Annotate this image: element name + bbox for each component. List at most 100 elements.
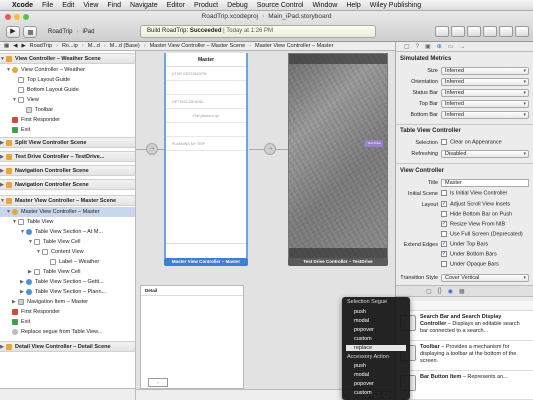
assistant-editor-button[interactable] — [451, 26, 465, 37]
outline-row[interactable]: ▼ View — [0, 95, 135, 105]
grid-icon[interactable]: ▦ — [4, 43, 9, 49]
menu-wiley-publishing[interactable]: Wiley Publishing — [370, 2, 421, 9]
breadcrumb-base[interactable]: M...d (Base) — [110, 43, 140, 49]
menu-edit[interactable]: Edit — [62, 2, 74, 9]
forward-arrow-icon[interactable]: ▶ — [21, 43, 25, 49]
identity-inspector-icon[interactable]: ▣ — [425, 43, 431, 50]
library-item[interactable]: Search Bar and Search Display Controller… — [396, 311, 533, 341]
test-drive-scene-frame[interactable]: Test Drive — [288, 53, 388, 263]
library-item[interactable]: Toolbar – Provides a mechanism for displ… — [396, 341, 533, 371]
test-drive-scene-label[interactable]: Test Drive Controller – TestDrive — [288, 258, 388, 266]
outline-row[interactable]: ▶ Table View Section – Plann... — [0, 287, 135, 297]
breadcrumb-project[interactable]: RoadTrip — [30, 43, 52, 49]
outline-row[interactable]: ▶ Split View Controller Scene — [0, 137, 135, 148]
outline-row[interactable]: ▶ Test Drive Controller – TestDrive... — [0, 151, 135, 162]
back-arrow-icon[interactable]: ◀ — [13, 43, 17, 49]
initial-view-controller-checkbox[interactable]: Is Initial View Controller — [441, 190, 507, 199]
menu-source-control[interactable]: Source Control — [257, 2, 304, 9]
outline-row[interactable]: ▼ Table View Cell — [0, 237, 135, 247]
menu-item-replace-highlighted[interactable]: replace — [346, 345, 406, 351]
full-screen-checkbox[interactable]: Use Full Screen (Deprecated) — [441, 231, 523, 240]
outline-row[interactable]: ▼ Content View — [0, 247, 135, 257]
refreshing-popup[interactable]: Disabled — [441, 150, 529, 158]
connections-inspector-icon[interactable]: → — [459, 44, 465, 50]
master-scene-label[interactable]: Master View Controller – Master — [164, 258, 248, 266]
detail-scene-frame[interactable]: Detail — [140, 285, 244, 389]
outline-row[interactable]: Replace segue from Table View... — [0, 327, 135, 337]
canvas-mini-control[interactable]: ▫ — [148, 378, 168, 387]
menu-product[interactable]: Product — [194, 2, 218, 9]
outline-row-selected[interactable]: ▼ Master View Controller – Master — [0, 207, 135, 217]
menu-item-modal[interactable]: modal — [354, 318, 369, 324]
outline-row[interactable]: ▼ Table View Section – At M... — [0, 227, 135, 237]
clear-on-appearance-checkbox[interactable]: Clear on Appearance — [441, 139, 502, 148]
under-top-bars-checkbox[interactable]: ✓ Under Top Bars — [441, 241, 488, 250]
menu-item-push[interactable]: push — [354, 363, 366, 369]
utilities-toggle-button[interactable] — [515, 26, 529, 37]
hide-bottom-bar-checkbox[interactable]: Hide Bottom Bar on Push — [441, 211, 512, 220]
scheme-selector[interactable]: RoadTrip › iPad — [48, 27, 94, 37]
menu-window[interactable]: Window — [312, 2, 337, 9]
code-snippet-icon[interactable]: {} — [438, 288, 442, 294]
segue-icon[interactable]: ⇢ — [264, 143, 276, 155]
menu-xcode[interactable]: Xcode — [12, 2, 33, 9]
menu-navigate[interactable]: Navigate — [130, 2, 158, 9]
under-opaque-bars-checkbox[interactable]: Under Opaque Bars — [441, 261, 499, 270]
menu-find[interactable]: Find — [107, 2, 121, 9]
outline-row[interactable]: Label – Weather — [0, 257, 135, 267]
outline-row[interactable]: Bottom Layout Guide — [0, 85, 135, 95]
menu-editor[interactable]: Editor — [167, 2, 185, 9]
outline-row[interactable]: ▶ Navigation Item – Master — [0, 297, 135, 307]
under-bottom-bars-checkbox[interactable]: ✓ Under Bottom Bars — [441, 251, 497, 260]
breadcrumb-scene[interactable]: Master View Controller – Master Scene — [150, 43, 246, 49]
segue-icon[interactable]: ⇢ — [146, 143, 158, 155]
stop-button[interactable] — [23, 26, 37, 38]
resize-from-nib-checkbox[interactable]: ✓ Resize View From NIB — [441, 221, 505, 230]
menu-item-popover[interactable]: popover — [354, 327, 374, 333]
master-scene-frame[interactable]: Master AT MY DESTINATION GETTING AROUND … — [164, 53, 248, 261]
menu-help[interactable]: Help — [346, 2, 360, 9]
bottom-bar-popup[interactable]: Inferred — [441, 111, 529, 119]
quick-help-icon[interactable]: ? — [416, 44, 419, 50]
outline-row[interactable]: ▶ Table View Section – Getti... — [0, 277, 135, 287]
library-item[interactable]: Bar Button Item – Represents an... — [396, 371, 533, 400]
orientation-popup[interactable]: Inferred — [441, 78, 529, 86]
menu-item-modal[interactable]: modal — [354, 372, 369, 378]
object-library-icon[interactable]: ◉ — [448, 288, 453, 295]
outline-row[interactable]: First Responder — [0, 307, 135, 317]
media-library-icon[interactable]: ▦ — [459, 288, 465, 295]
menu-debug[interactable]: Debug — [227, 2, 248, 9]
outline-row[interactable]: ▼ Master View Controller – Master Scene — [0, 195, 135, 206]
outline-row[interactable]: ▼ View Controller – Weather Scene — [0, 53, 135, 64]
size-inspector-icon[interactable]: ▭ — [448, 43, 454, 50]
file-inspector-icon[interactable]: ▢ — [404, 43, 410, 50]
menu-item-popover[interactable]: popover — [354, 381, 374, 387]
outline-row[interactable]: Top Layout Guide — [0, 75, 135, 85]
version-editor-button[interactable] — [467, 26, 481, 37]
adjust-scroll-insets-checkbox[interactable]: ✓ Adjust Scroll View Insets — [441, 201, 510, 210]
status-bar-popup[interactable]: Inferred — [441, 89, 529, 97]
debug-toggle-button[interactable] — [499, 26, 513, 37]
top-bar-popup[interactable]: Inferred — [441, 100, 529, 108]
attributes-inspector-icon[interactable]: ⊕ — [437, 43, 442, 50]
menu-item-push[interactable]: push — [354, 309, 366, 315]
standard-editor-button[interactable] — [435, 26, 449, 37]
breadcrumb-controller[interactable]: Master View Controller – Master — [255, 43, 333, 49]
size-popup[interactable]: Inferred — [441, 67, 529, 75]
navigator-toggle-button[interactable] — [483, 26, 497, 37]
outline-row[interactable]: First Responder — [0, 115, 135, 125]
menu-item-custom[interactable]: custom — [354, 336, 372, 342]
menu-file[interactable]: File — [42, 2, 53, 9]
breadcrumb-file[interactable]: M...d — [88, 43, 100, 49]
outline-row[interactable]: ▼ View Controller – Weather — [0, 65, 135, 75]
title-field[interactable]: Master — [441, 179, 529, 187]
outline-row[interactable]: ▶ Detail View Controller – Detail Scene — [0, 341, 135, 352]
outline-row[interactable]: ▶ Navigation Controller Scene — [0, 179, 135, 190]
file-template-icon[interactable]: ▢ — [426, 288, 432, 295]
outline-row[interactable]: Exit — [0, 125, 135, 135]
menu-item-custom[interactable]: custom — [354, 390, 372, 396]
transition-style-popup[interactable]: Cover Vertical — [441, 274, 529, 282]
outline-row[interactable]: Exit — [0, 317, 135, 327]
outline-row[interactable]: Toolbar — [0, 105, 135, 115]
outline-row[interactable]: ▶ Navigation Controller Scene — [0, 165, 135, 176]
